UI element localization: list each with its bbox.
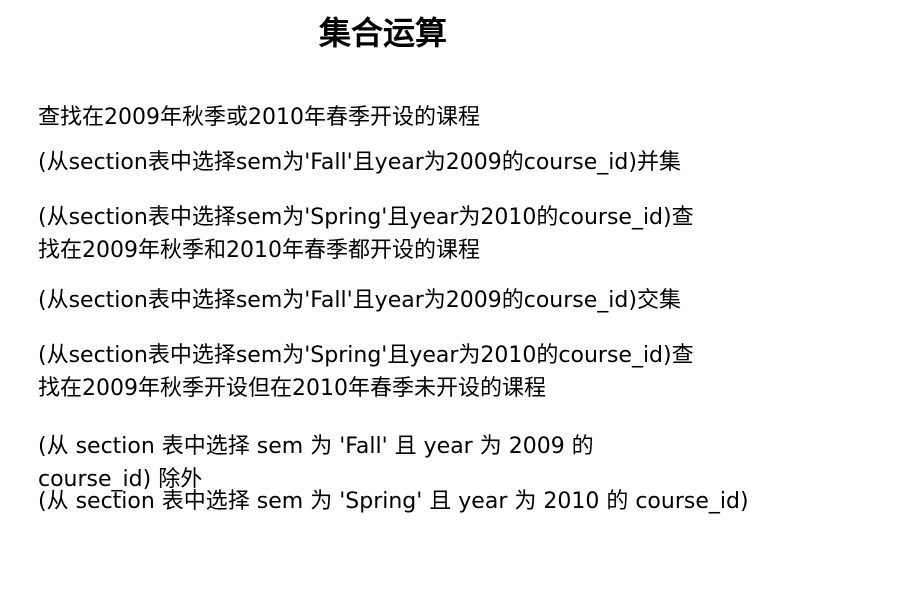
intersect-query-line-1: (从section表中选择sem为'Fall'且year为2009的course…	[38, 288, 681, 313]
slide-title: 集合运算	[318, 14, 447, 52]
query-union-description: 查找在2009年秋季或2010年春季开设的课程	[38, 105, 480, 130]
intersect-query-line-2: (从section表中选择sem为'Spring'且year为2010的cour…	[38, 343, 694, 368]
union-query-line-1: (从section表中选择sem为'Fall'且year为2009的course…	[38, 150, 681, 175]
union-query-line-2: (从section表中选择sem为'Spring'且year为2010的cour…	[38, 205, 694, 230]
query-intersect-description: 找在2009年秋季和2010年春季都开设的课程	[38, 238, 480, 263]
query-except-description: 找在2009年秋季开设但在2010年春季未开设的课程	[38, 376, 546, 401]
except-query-line-3: (从 section 表中选择 sem 为 'Spring' 且 year 为 …	[38, 489, 749, 514]
except-query-line-1: (从 section 表中选择 sem 为 'Fall' 且 year 为 20…	[38, 434, 594, 459]
